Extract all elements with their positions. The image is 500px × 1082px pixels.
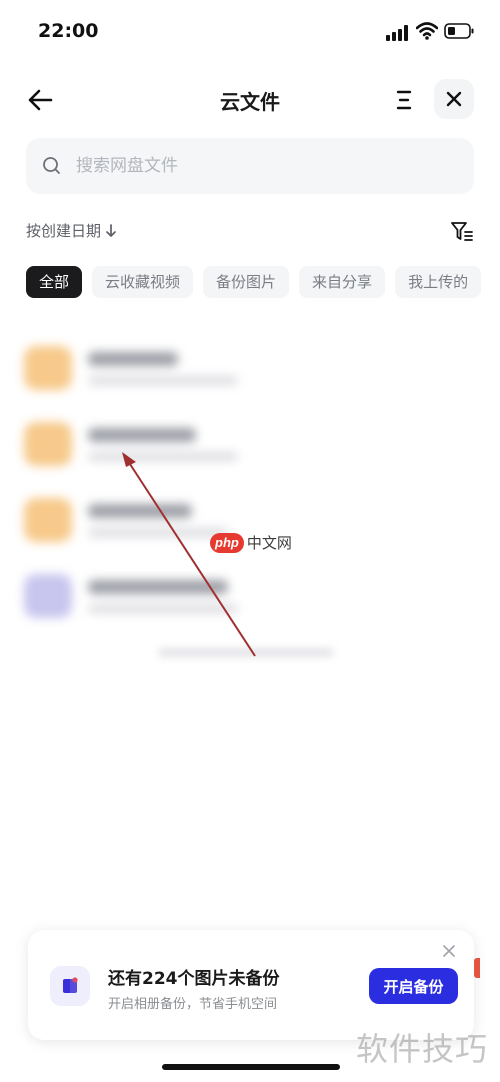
php-logo-badge: php (210, 532, 244, 553)
back-button[interactable] (22, 82, 58, 118)
photo-album-icon (63, 977, 78, 993)
list-item[interactable] (18, 412, 478, 476)
wifi-icon (416, 22, 438, 40)
backup-subtitle: 开启相册备份，节省手机空间 (108, 997, 278, 1012)
list-item[interactable] (18, 564, 478, 628)
folder-icon (24, 422, 72, 466)
watermark-corner-text: 软件技巧 (356, 1030, 489, 1068)
status-bar: 22:00 (0, 0, 500, 64)
sort-row: 按创建日期 (26, 218, 474, 246)
tab-my-uploads[interactable]: 我上传的 (395, 266, 482, 298)
search-icon (43, 157, 60, 174)
list-item[interactable] (18, 336, 478, 400)
menu-button[interactable] (386, 82, 422, 118)
list-menu-icon (396, 90, 412, 110)
tab-all[interactable]: 全部 (26, 266, 83, 298)
filter-icon (451, 222, 473, 241)
list-footer (158, 648, 334, 657)
close-icon (446, 91, 462, 107)
folder-icon (24, 346, 72, 390)
close-button[interactable] (434, 79, 474, 119)
home-indicator[interactable] (162, 1064, 340, 1070)
close-icon (443, 945, 455, 957)
tab-from-share[interactable]: 来自分享 (299, 266, 386, 298)
sort-label: 按创建日期 (26, 222, 102, 240)
search-box (26, 138, 474, 194)
tab-backup-photos[interactable]: 备份图片 (203, 266, 290, 298)
php-site-text: 中文网 (246, 534, 292, 552)
arrow-down-icon (106, 223, 116, 237)
battery-icon (444, 23, 474, 39)
card-close-button[interactable] (440, 942, 458, 960)
page-title: 云文件 (220, 90, 280, 114)
arrow-left-icon (28, 89, 53, 111)
watermark-php-cn: php 中文网 (210, 532, 292, 553)
start-backup-button[interactable]: 开启备份 (369, 968, 458, 1004)
sort-by-date-button[interactable]: 按创建日期 (26, 220, 117, 241)
tab-favorite-videos[interactable]: 云收藏视频 (92, 266, 194, 298)
filter-button[interactable] (448, 218, 476, 246)
nav-bar: 云文件 (0, 70, 500, 128)
side-peek-tab[interactable] (474, 958, 480, 978)
signal-icon (386, 25, 408, 41)
file-icon (24, 574, 72, 618)
backup-title: 还有224个图片未备份 (108, 969, 280, 989)
search-input[interactable] (76, 138, 456, 194)
album-icon (50, 966, 90, 1006)
category-tabs: 全部 云收藏视频 备份图片 来自分享 我上传的 (26, 266, 500, 300)
status-time: 22:00 (38, 20, 99, 42)
folder-icon (24, 498, 72, 542)
